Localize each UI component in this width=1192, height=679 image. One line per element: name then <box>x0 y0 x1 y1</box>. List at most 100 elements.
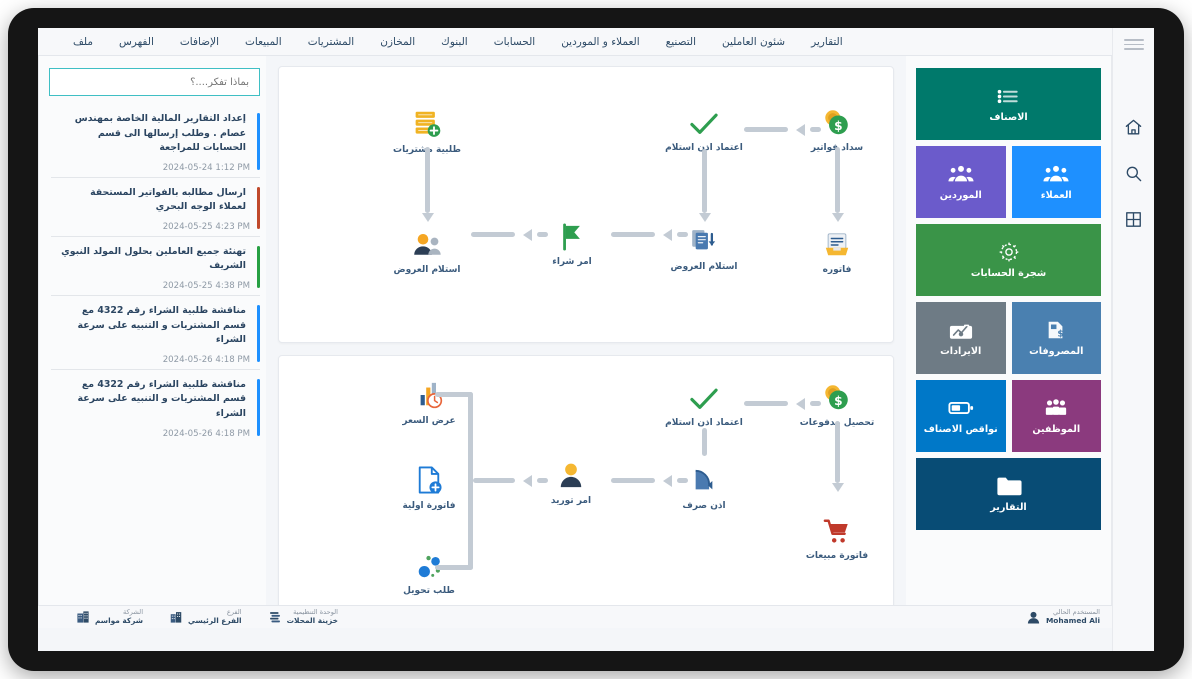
tile-expenses-money[interactable]: $المصروفات <box>1012 302 1102 374</box>
search-icon[interactable] <box>1113 151 1155 197</box>
connector <box>835 421 840 483</box>
user-avatar-icon <box>1026 610 1041 625</box>
connector-dash <box>677 478 688 483</box>
menu-sales[interactable]: المبيعات <box>232 28 295 56</box>
tile-suppliers-group[interactable]: الموردين <box>916 146 1006 218</box>
status-branch[interactable]: الفرع الفرع الرئيسي <box>169 609 242 625</box>
menu-banks[interactable]: البنوك <box>428 28 481 56</box>
menu-burger-icon[interactable] <box>1124 36 1144 53</box>
notification-timestamp: 2024-05-25 4:23 PM <box>61 222 250 232</box>
menu-accounts[interactable]: الحسابات <box>481 28 548 56</box>
status-value: الفرع الرئيسي <box>188 617 242 626</box>
node-label: فاتورة اولية <box>383 500 475 513</box>
connector-dash <box>810 401 821 406</box>
svg-text:$: $ <box>834 119 842 133</box>
menu-index[interactable]: الفهرس <box>106 28 167 56</box>
notification-color-bar <box>257 113 261 170</box>
notification-text: مناقشة طلبية الشراء رقم 4322 مع قسم المش… <box>61 378 250 422</box>
workflow-area: طلبية مشتريات استلام العروض <box>266 56 906 628</box>
tile-label: الاصناف <box>989 112 1027 123</box>
tile-row: التقارير <box>916 458 1101 530</box>
sales-workflow-card: عرض السعر فاتورة اولية <box>278 355 894 617</box>
tile-reports-folder[interactable]: التقارير <box>916 458 1101 530</box>
menu-file[interactable]: ملف <box>60 28 106 56</box>
main-menu-bar: ملفالفهرسالإضافاتالمبيعاتالمشترياتالمخاز… <box>38 28 1154 56</box>
tile-items-list[interactable]: الاصناف <box>916 68 1101 140</box>
connector <box>744 401 788 406</box>
home-icon[interactable] <box>1113 105 1155 151</box>
tile-row: شجرة الحسابات <box>916 224 1101 296</box>
arrow <box>832 483 844 492</box>
menu-warehouses[interactable]: المخازن <box>367 28 428 56</box>
node-approve-receipt-2[interactable]: اعتماد اذن استلام <box>658 378 750 430</box>
windows-grid-icon[interactable] <box>1113 197 1155 243</box>
tile-label: العملاء <box>1041 190 1072 201</box>
status-company[interactable]: الشركة شركة مواسم <box>76 609 143 625</box>
connector-spine <box>468 392 473 570</box>
tile-employees-group[interactable]: الموظفين <box>1012 380 1102 452</box>
node-dispatch-permit[interactable]: اذن صرف <box>658 461 750 513</box>
connector-branch-bottom <box>435 565 473 570</box>
notification-search-box[interactable] <box>49 68 260 96</box>
invoice-icon <box>791 225 883 259</box>
sales-invoice-cart-icon <box>791 511 883 545</box>
notification-timestamp: 2024-05-26 4:18 PM <box>61 355 250 365</box>
node-preliminary-invoice[interactable]: فاتورة اولية <box>383 461 475 513</box>
notification-color-bar <box>257 379 261 436</box>
notification-list[interactable]: إعداد التقارير المالية الخاصة بمهندس عصا… <box>49 106 260 626</box>
node-label: امر توريد <box>525 495 617 508</box>
menu-reports[interactable]: التقارير <box>798 28 856 56</box>
tile-row: العملاء الموردين <box>916 146 1101 218</box>
node-purchase-order-flag[interactable]: امر شراء <box>526 217 618 269</box>
node-price-quote[interactable]: عرض السعر <box>383 376 475 428</box>
status-current-user[interactable]: المستخدم الحالي Mohamed Ali <box>1026 609 1100 625</box>
node-approve-receipt[interactable]: اعتماد اذن استلام <box>658 103 750 155</box>
tile-label: شجرة الحسابات <box>971 268 1046 279</box>
node-invoice[interactable]: فاتوره <box>791 225 883 277</box>
notification-item[interactable]: ارسال مطالبه بالفواتير المستحقة لعملاء ا… <box>51 180 260 237</box>
arrow <box>422 213 434 222</box>
notification-color-bar <box>257 246 261 288</box>
branch-building-icon <box>169 610 183 624</box>
connector <box>611 232 655 237</box>
connector <box>702 428 707 456</box>
arrow <box>699 213 711 222</box>
connector-dash <box>537 232 548 237</box>
notification-item[interactable]: مناقشة طلبية الشراء رقم 4322 مع قسم المش… <box>51 372 260 443</box>
connector-dash <box>677 232 688 237</box>
tile-label: المصروفات <box>1029 346 1083 357</box>
tile-customers-group[interactable]: العملاء <box>1012 146 1102 218</box>
quick-access-tiles: الاصناف العملاء الموردين شجرة الحسابات $المص… <box>906 56 1112 628</box>
menu-addons[interactable]: الإضافات <box>167 28 232 56</box>
search-input[interactable] <box>60 77 249 88</box>
arrow <box>523 475 532 487</box>
node-receive-offers-right[interactable]: استلام العروض <box>381 225 473 277</box>
notification-item[interactable]: إعداد التقارير المالية الخاصة بمهندس عصا… <box>51 106 260 178</box>
arrow <box>796 124 805 136</box>
purchase-workflow-card: طلبية مشتريات استلام العروض <box>278 66 894 343</box>
notification-item[interactable]: تهنئة جميع العاملين بحلول المولد النبوي … <box>51 239 260 296</box>
notification-text: ارسال مطالبه بالفواتير المستحقة لعملاء ا… <box>61 186 250 215</box>
menu-purchases[interactable]: المشتريات <box>295 28 368 56</box>
node-sales-invoice[interactable]: فاتورة مبيعات <box>791 511 883 563</box>
arrow <box>523 229 532 241</box>
menu-customers-suppliers[interactable]: العملاء و الموردين <box>548 28 652 56</box>
menu-hr[interactable]: شئون العاملين <box>709 28 798 56</box>
node-label: استلام العروض <box>658 261 750 274</box>
node-label: فاتورة مبيعات <box>791 550 883 563</box>
notification-text: إعداد التقارير المالية الخاصة بمهندس عصا… <box>61 112 250 156</box>
tile-revenues-chart[interactable]: الايرادات <box>916 302 1006 374</box>
node-transfer-request[interactable]: طلب تحويل <box>383 546 475 598</box>
notification-timestamp: 2024-05-25 4:38 PM <box>61 281 250 291</box>
connector <box>611 478 655 483</box>
notifications-panel: إعداد التقارير المالية الخاصة بمهندس عصا… <box>38 56 266 628</box>
suppliers-group-icon <box>948 163 974 185</box>
status-org-unit[interactable]: الوحدة التنظيمية خزينة المحلات <box>268 609 338 625</box>
low-stock-icon <box>948 397 974 419</box>
menu-manufacturing[interactable]: التصنيع <box>653 28 709 56</box>
node-label: طلب تحويل <box>383 585 475 598</box>
tile-accounts-tree[interactable]: شجرة الحسابات <box>916 224 1101 296</box>
transfer-request-icon <box>383 546 475 580</box>
notification-item[interactable]: مناقشة طلبية الشراء رقم 4322 مع قسم المش… <box>51 298 260 370</box>
tile-low-stock[interactable]: نواقص الاصناف <box>916 380 1006 452</box>
